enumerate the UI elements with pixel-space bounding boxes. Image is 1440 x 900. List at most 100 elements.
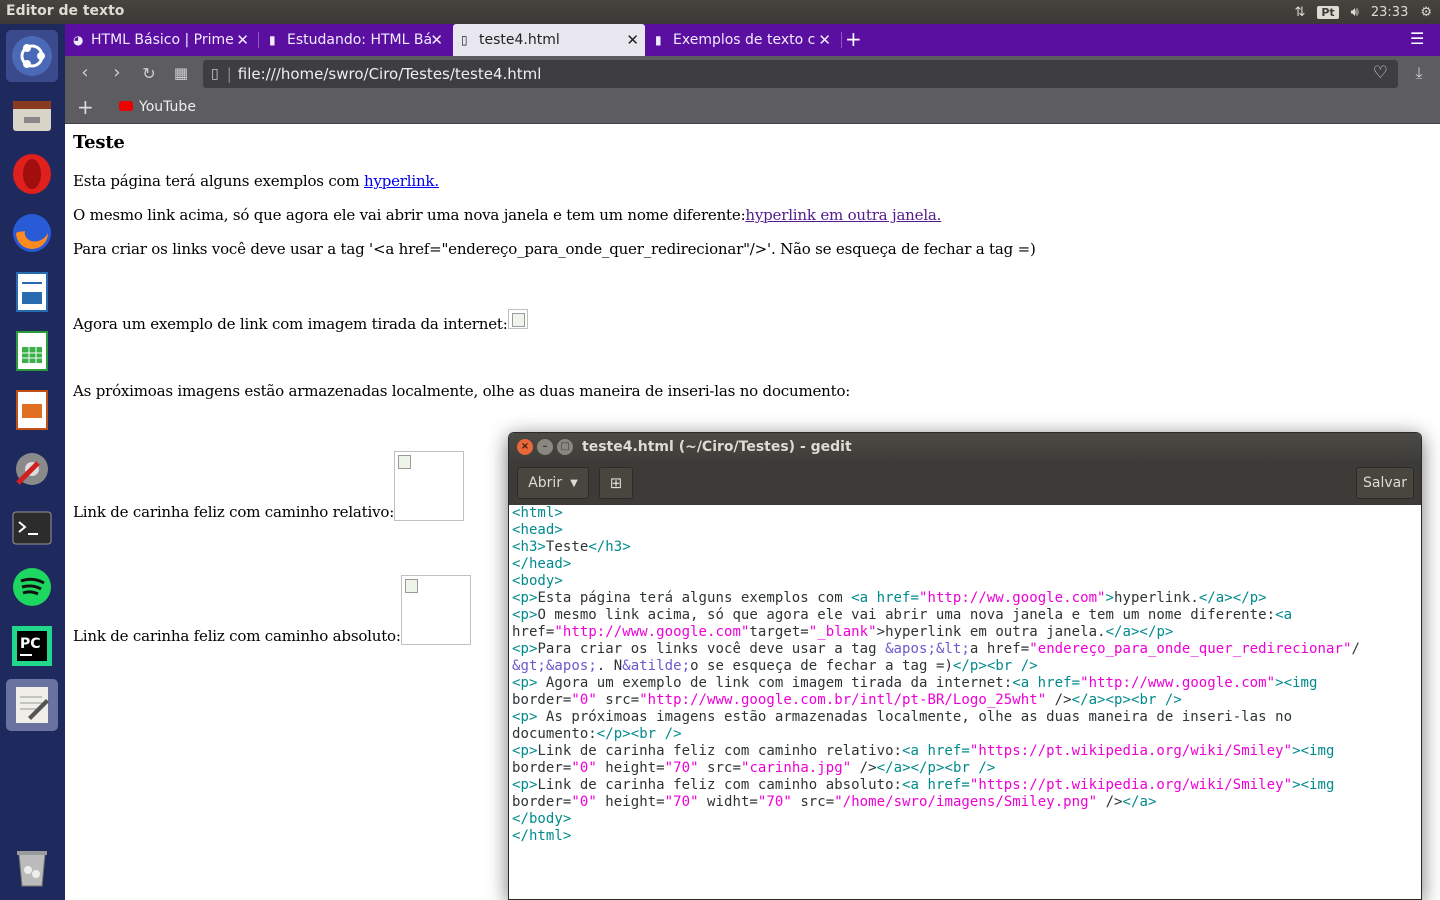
close-tab-icon[interactable]: ✕ [818, 31, 831, 49]
code-line: </head> [512, 556, 572, 572]
tab-html-basico[interactable]: ◕ HTML Básico | Prime ✕ [65, 24, 255, 56]
tab-menu-icon[interactable]: ☰ [1410, 29, 1424, 48]
paragraph-text: O mesmo link acima, só que agora ele vai… [73, 206, 746, 224]
page-icon: ▯ [461, 33, 468, 47]
code-line: <p>Esta página terá alguns exemplos com … [512, 590, 1267, 606]
code-line: <p>Link de carinha feliz com caminho abs… [512, 777, 1335, 793]
spotify-icon[interactable] [6, 561, 58, 613]
firefox-icon[interactable] [6, 207, 58, 259]
download-icon[interactable]: ⤓ [1407, 63, 1431, 83]
paragraph-4: Agora um exemplo de link com imagem tira… [73, 309, 528, 333]
paragraph-2: O mesmo link acima, só que agora ele vai… [73, 206, 941, 224]
code-line: <p>O mesmo link acima, só que agora ele … [512, 607, 1293, 623]
new-document-button[interactable]: ⊞ [599, 467, 633, 499]
top-panel: Editor de texto ⇅ Pt 🔊︎ 23:33 ⚙ [0, 0, 1440, 24]
code-line: <html> [512, 505, 563, 521]
paragraph-3: Para criar os links você deve usar a tag… [73, 240, 1036, 258]
smiley-relative-link[interactable] [394, 451, 465, 521]
bookmarks-bar: + YouTube [65, 92, 1440, 124]
close-tab-icon[interactable]: ✕ [626, 31, 639, 49]
system-tray: ⇅ Pt 🔊︎ 23:33 ⚙ [1294, 2, 1432, 22]
page-info-icon[interactable]: ▯ [211, 66, 219, 82]
libreoffice-calc-icon[interactable] [6, 325, 58, 377]
close-window-icon[interactable]: × [517, 439, 533, 455]
address-bar-url[interactable]: file:///home/swro/Ciro/Testes/teste4.htm… [238, 65, 542, 83]
new-document-icon: ⊞ [609, 474, 623, 492]
trash-icon[interactable] [6, 842, 58, 894]
code-line: </body> [512, 811, 572, 827]
libreoffice-impress-icon[interactable] [6, 384, 58, 436]
code-line: <p> Agora um exemplo de link com imagem … [512, 675, 1318, 691]
system-settings-icon[interactable] [6, 443, 58, 495]
open-button[interactable]: Abrir ▼ [517, 467, 589, 499]
bookmark-heart-icon[interactable]: ♡ [1373, 63, 1388, 83]
back-icon[interactable]: ‹ [73, 62, 97, 83]
broken-image-icon [394, 451, 465, 521]
page-icon: ▮ [269, 33, 276, 47]
paragraph-5: As próximoas imagens estão armazenadas l… [73, 382, 851, 400]
save-button[interactable]: Salvar [1356, 467, 1414, 499]
new-tab-button[interactable]: + [845, 27, 862, 51]
smiley-absolute-link[interactable] [400, 575, 471, 645]
opera-icon[interactable] [6, 148, 58, 200]
chevron-down-icon: ▼ [570, 477, 578, 489]
pycharm-icon[interactable]: PC [6, 620, 58, 672]
tab-separator [841, 32, 842, 48]
code-line: documento:</p><br /> [512, 726, 682, 742]
files-icon[interactable] [6, 89, 58, 141]
code-line: <body> [512, 573, 563, 589]
hyperlink-new-window[interactable]: hyperlink em outra janela. [745, 206, 941, 224]
tab-exemplos-texto[interactable]: ▮ Exemplos de texto c ✕ [647, 24, 837, 56]
youtube-icon [119, 101, 133, 111]
minimize-window-icon[interactable]: – [537, 439, 553, 455]
add-bookmark-icon[interactable]: + [77, 95, 94, 119]
volume-icon[interactable]: 🔊︎ [1351, 5, 1359, 20]
open-button-label: Abrir [528, 475, 563, 491]
libreoffice-writer-icon[interactable] [6, 266, 58, 318]
address-bar[interactable]: ▯ | file:///home/swro/Ciro/Testes/teste4… [203, 60, 1398, 88]
code-line: </html> [512, 828, 572, 844]
page-icon: ▮ [655, 33, 662, 47]
tab-label: Estudando: HTML Bá [287, 32, 433, 48]
gedit-title: teste4.html (~/Ciro/Testes) - gedit [582, 439, 852, 455]
code-line: border="0" height="70" src="carinha.jpg"… [512, 760, 996, 776]
maximize-window-icon[interactable]: □ [557, 439, 573, 455]
close-tab-icon[interactable]: ✕ [236, 31, 249, 49]
forward-icon[interactable]: › [105, 62, 129, 83]
code-line: <h3>Teste</h3> [512, 539, 631, 555]
navigation-bar: ‹ › ↻ ▦ ▯ | file:///home/swro/Ciro/Teste… [65, 56, 1440, 92]
bookmark-youtube[interactable]: YouTube [139, 99, 196, 115]
code-line: <p>Para criar os links você deve usar a … [512, 641, 1360, 657]
save-button-label: Salvar [1363, 475, 1407, 491]
code-line: <head> [512, 522, 563, 538]
network-icon[interactable]: ⇅ [1294, 5, 1305, 20]
paragraph-text: Link de carinha feliz com caminho absolu… [73, 627, 401, 645]
globe-icon: ◕ [73, 33, 84, 47]
broken-image-icon [507, 309, 528, 329]
gedit-titlebar[interactable]: × – □ teste4.html (~/Ciro/Testes) - gedi… [509, 433, 1421, 461]
code-line: border="0" height="70" widht="70" src="/… [512, 794, 1157, 810]
paragraph-text: Esta página terá alguns exemplos com [73, 172, 364, 190]
hyperlink[interactable]: hyperlink. [364, 172, 439, 190]
reload-icon[interactable]: ↻ [137, 64, 161, 83]
tab-estudando-html[interactable]: ▮ Estudando: HTML Bá ✕ [261, 24, 449, 56]
close-tab-icon[interactable]: ✕ [430, 31, 443, 49]
tab-teste4[interactable]: ▯ teste4.html ✕ [453, 24, 645, 56]
clock[interactable]: 23:33 [1371, 5, 1408, 20]
paragraph-7: Link de carinha feliz com caminho absolu… [73, 575, 471, 645]
code-editor[interactable]: <html> <head> <h3>Teste</h3> </head> <body> <… [509, 505, 1421, 899]
code-line: href="http://www.google.com"target="_bla… [512, 624, 1174, 640]
terminal-icon[interactable] [6, 502, 58, 554]
internet-image-link[interactable] [507, 309, 528, 333]
tab-label: teste4.html [479, 32, 560, 48]
speed-dial-icon[interactable]: ▦ [169, 64, 193, 82]
code-line: <p> As próximoas imagens estão armazenad… [512, 709, 1293, 725]
paragraph-6: Link de carinha feliz com caminho relati… [73, 451, 465, 521]
ubuntu-dash-icon[interactable] [6, 30, 58, 82]
keyboard-layout-indicator[interactable]: Pt [1317, 5, 1339, 19]
page-heading: Teste [73, 132, 125, 153]
settings-gear-icon[interactable]: ⚙ [1420, 5, 1432, 20]
tab-label: Exemplos de texto c [673, 32, 816, 48]
text-editor-icon[interactable] [6, 679, 58, 731]
paragraph-text: Link de carinha feliz com caminho relati… [73, 503, 395, 521]
